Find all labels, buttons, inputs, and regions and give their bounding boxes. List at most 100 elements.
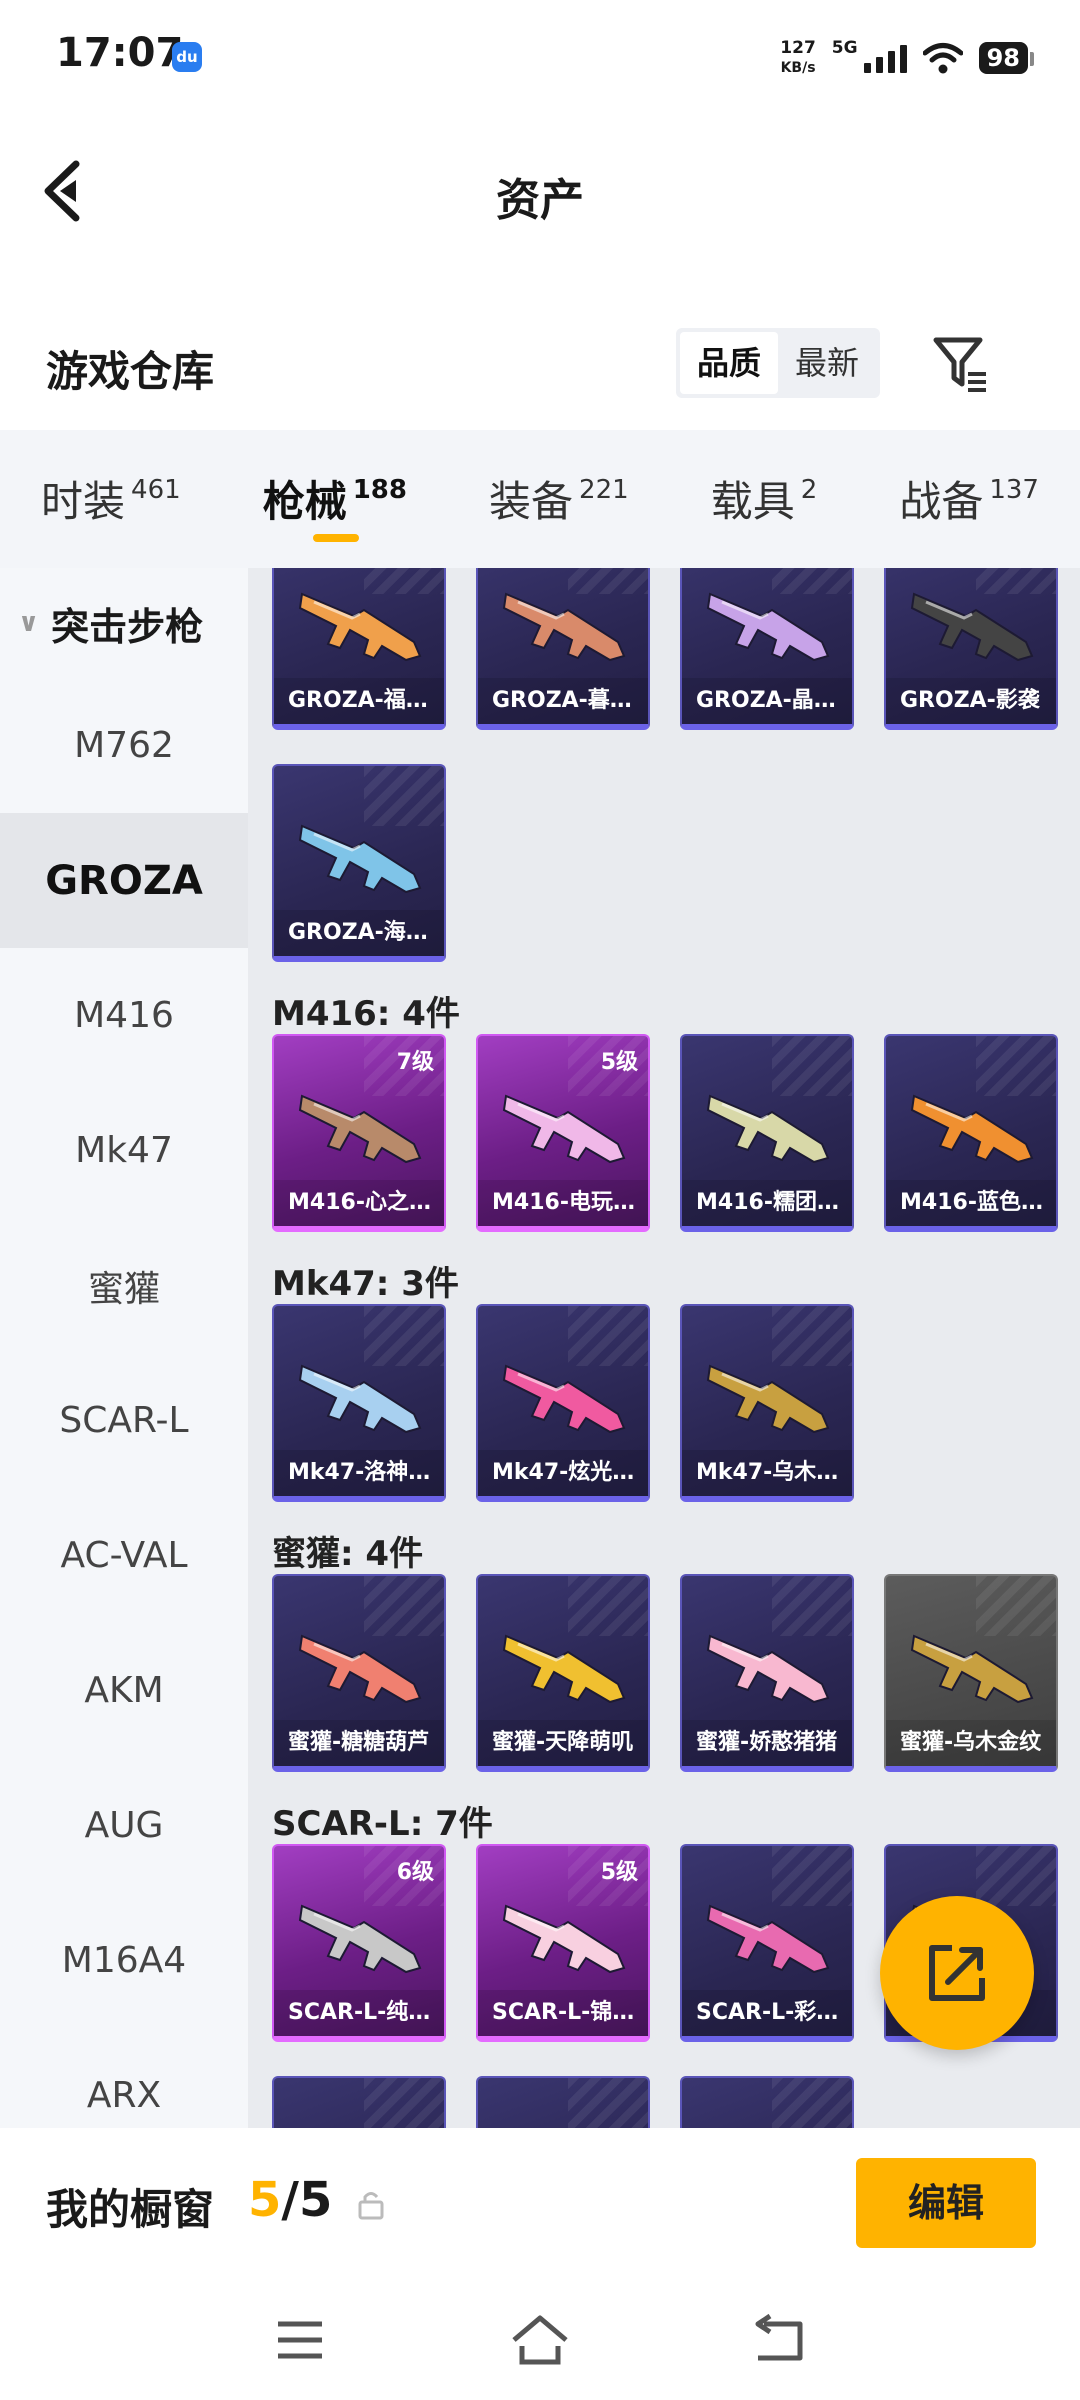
tab-firearms[interactable]: 枪械 188 [263, 430, 407, 568]
tab-count: 137 [989, 475, 1039, 505]
skin-card[interactable]: GROZA-海… [272, 764, 446, 962]
subnav-item-m16a4[interactable]: M16A4 [0, 1893, 248, 2028]
gun-icon [706, 592, 830, 662]
skin-card[interactable]: 蜜獾-娇憨猪猪 [680, 1574, 854, 1772]
subnav-item-m762[interactable]: M762 [0, 678, 248, 813]
showcase-current: 5 [248, 2172, 282, 2228]
skin-card[interactable]: 5级 M416-电玩… [476, 1034, 650, 1232]
skin-name: SCAR-L-彩… [682, 1990, 852, 2036]
sort-newest-button[interactable]: 最新 [778, 332, 876, 394]
skin-card[interactable]: GROZA-晶… [680, 568, 854, 730]
gun-icon [298, 1094, 422, 1164]
skin-name: M416-糯团… [682, 1180, 852, 1226]
tab-fashion[interactable]: 时装 461 [41, 430, 181, 568]
skin-card[interactable]: 蜜獾-乌木金纹 [884, 1574, 1058, 1772]
lock-icon [358, 2192, 384, 2220]
subnav-item-groza[interactable]: GROZA [0, 813, 248, 948]
warehouse-header: 游戏仓库 品质 最新 [0, 300, 1080, 430]
section-title: M416: 4件 [272, 994, 460, 1034]
skin-card[interactable]: Mk47-炫光… [476, 1304, 650, 1502]
back-nav-icon[interactable] [750, 2310, 810, 2370]
sort-quality-button[interactable]: 品质 [680, 332, 778, 394]
showcase-bar: 我的橱窗 5/5 编辑 [0, 2128, 1080, 2280]
skin-level-badge: 5级 [600, 1050, 638, 1075]
skin-card[interactable] [476, 2076, 650, 2128]
active-tab-indicator [312, 534, 359, 542]
showcase-total: /5 [281, 2172, 333, 2228]
network-speed-value: 127 [780, 38, 816, 58]
subnav-item-scar-l[interactable]: SCAR-L [0, 1353, 248, 1488]
subnav-item-honey-badger[interactable]: 蜜獾 [0, 1218, 248, 1353]
skin-name: Mk47-洛神… [274, 1450, 444, 1496]
skin-card[interactable]: M416-蓝色… [884, 1034, 1058, 1232]
skin-name: M416-电玩… [478, 1180, 648, 1226]
gun-icon [910, 592, 1034, 662]
tab-count: 2 [800, 475, 818, 505]
skin-card[interactable]: GROZA-福… [272, 568, 446, 730]
filter-icon[interactable] [930, 332, 990, 394]
gun-icon [298, 1634, 422, 1704]
gun-icon [298, 592, 422, 662]
tab-equipment[interactable]: 装备 221 [489, 430, 629, 568]
subnav-group-assault-rifle[interactable]: ∨ 突击步枪 [0, 568, 248, 678]
tab-count: 221 [579, 475, 629, 505]
gun-icon [502, 1904, 626, 1974]
edit-button[interactable]: 编辑 [856, 2158, 1036, 2248]
section-title: Mk47: 3件 [272, 1264, 459, 1304]
subnav-item-aug[interactable]: AUG [0, 1758, 248, 1893]
subnav-item-m416[interactable]: M416 [0, 948, 248, 1083]
tab-count: 188 [352, 475, 407, 505]
gun-icon [706, 1094, 830, 1164]
subnav-item-ac-val[interactable]: AC-VAL [0, 1488, 248, 1623]
tab-supplies[interactable]: 战备 137 [899, 430, 1039, 568]
sort-toggle: 品质 最新 [676, 328, 880, 398]
skin-level-badge: 5级 [600, 1860, 638, 1885]
skin-name: M416-心之… [274, 1180, 444, 1226]
skin-name: SCAR-L-锦… [478, 1990, 648, 2036]
skin-card[interactable]: 蜜獾-天降萌叽 [476, 1574, 650, 1772]
weapon-subnav: ∨ 突击步枪 M762 GROZA M416 Mk47 蜜獾 SCAR-L AC… [0, 568, 248, 2128]
status-time: 17:07 [56, 30, 184, 76]
network-speed-unit: KB/s [780, 60, 816, 76]
skin-name: SCAR-L-纯… [274, 1990, 444, 2036]
menu-icon[interactable] [270, 2310, 330, 2370]
skin-card[interactable] [272, 2076, 446, 2128]
battery-icon: 98 [978, 42, 1035, 74]
skin-card[interactable]: 蜜獾-糖糖葫芦 [272, 1574, 446, 1772]
gun-icon [910, 1634, 1034, 1704]
skin-card[interactable]: Mk47-乌木… [680, 1304, 854, 1502]
home-icon[interactable] [510, 2310, 570, 2370]
skin-card[interactable]: M416-糯团… [680, 1034, 854, 1232]
skin-card[interactable]: 7级 M416-心之… [272, 1034, 446, 1232]
signal-icon [863, 43, 907, 73]
tab-label: 装备 [489, 477, 574, 526]
subnav-item-mk47[interactable]: Mk47 [0, 1083, 248, 1218]
page-title: 资产 [496, 175, 584, 226]
skin-card[interactable] [680, 2076, 854, 2128]
skin-card[interactable]: 6级 SCAR-L-纯… [272, 1844, 446, 2042]
section-title: 蜜獾: 4件 [272, 1534, 424, 1574]
gun-icon [502, 592, 626, 662]
app-notification-icon: du [172, 42, 202, 72]
subnav-item-arx[interactable]: ARX [0, 2028, 248, 2128]
tab-vehicles[interactable]: 载具 2 [711, 430, 818, 568]
share-button[interactable] [880, 1896, 1034, 2050]
skin-card[interactable]: Mk47-洛神… [272, 1304, 446, 1502]
subnav-item-akm[interactable]: AKM [0, 1623, 248, 1758]
skin-level-badge: 7级 [396, 1050, 434, 1075]
skin-card[interactable]: GROZA-暮… [476, 568, 650, 730]
section-title: SCAR-L: 7件 [272, 1804, 493, 1844]
skin-card[interactable]: 5级 SCAR-L-锦… [476, 1844, 650, 2042]
skin-card[interactable]: SCAR-L-彩… [680, 1844, 854, 2042]
subnav-group-label: 突击步枪 [51, 604, 204, 649]
status-bar: 17:07 du 127 KB/s 5G 98 [0, 0, 1080, 112]
gun-icon [502, 1634, 626, 1704]
skin-name: GROZA-影袭 [886, 678, 1056, 724]
showcase-title: 我的橱窗 [46, 2185, 215, 2234]
skin-grid: GROZA-福… GROZA-暮… GROZA-晶… GROZA-影袭 GROZA-海…… [248, 568, 1080, 2128]
skin-name: Mk47-炫光… [478, 1450, 648, 1496]
skin-card[interactable]: GROZA-影袭 [884, 568, 1058, 730]
skin-level-badge: 6级 [396, 1860, 434, 1885]
network-speed: 127 KB/s [780, 38, 816, 78]
gun-icon [298, 1904, 422, 1974]
